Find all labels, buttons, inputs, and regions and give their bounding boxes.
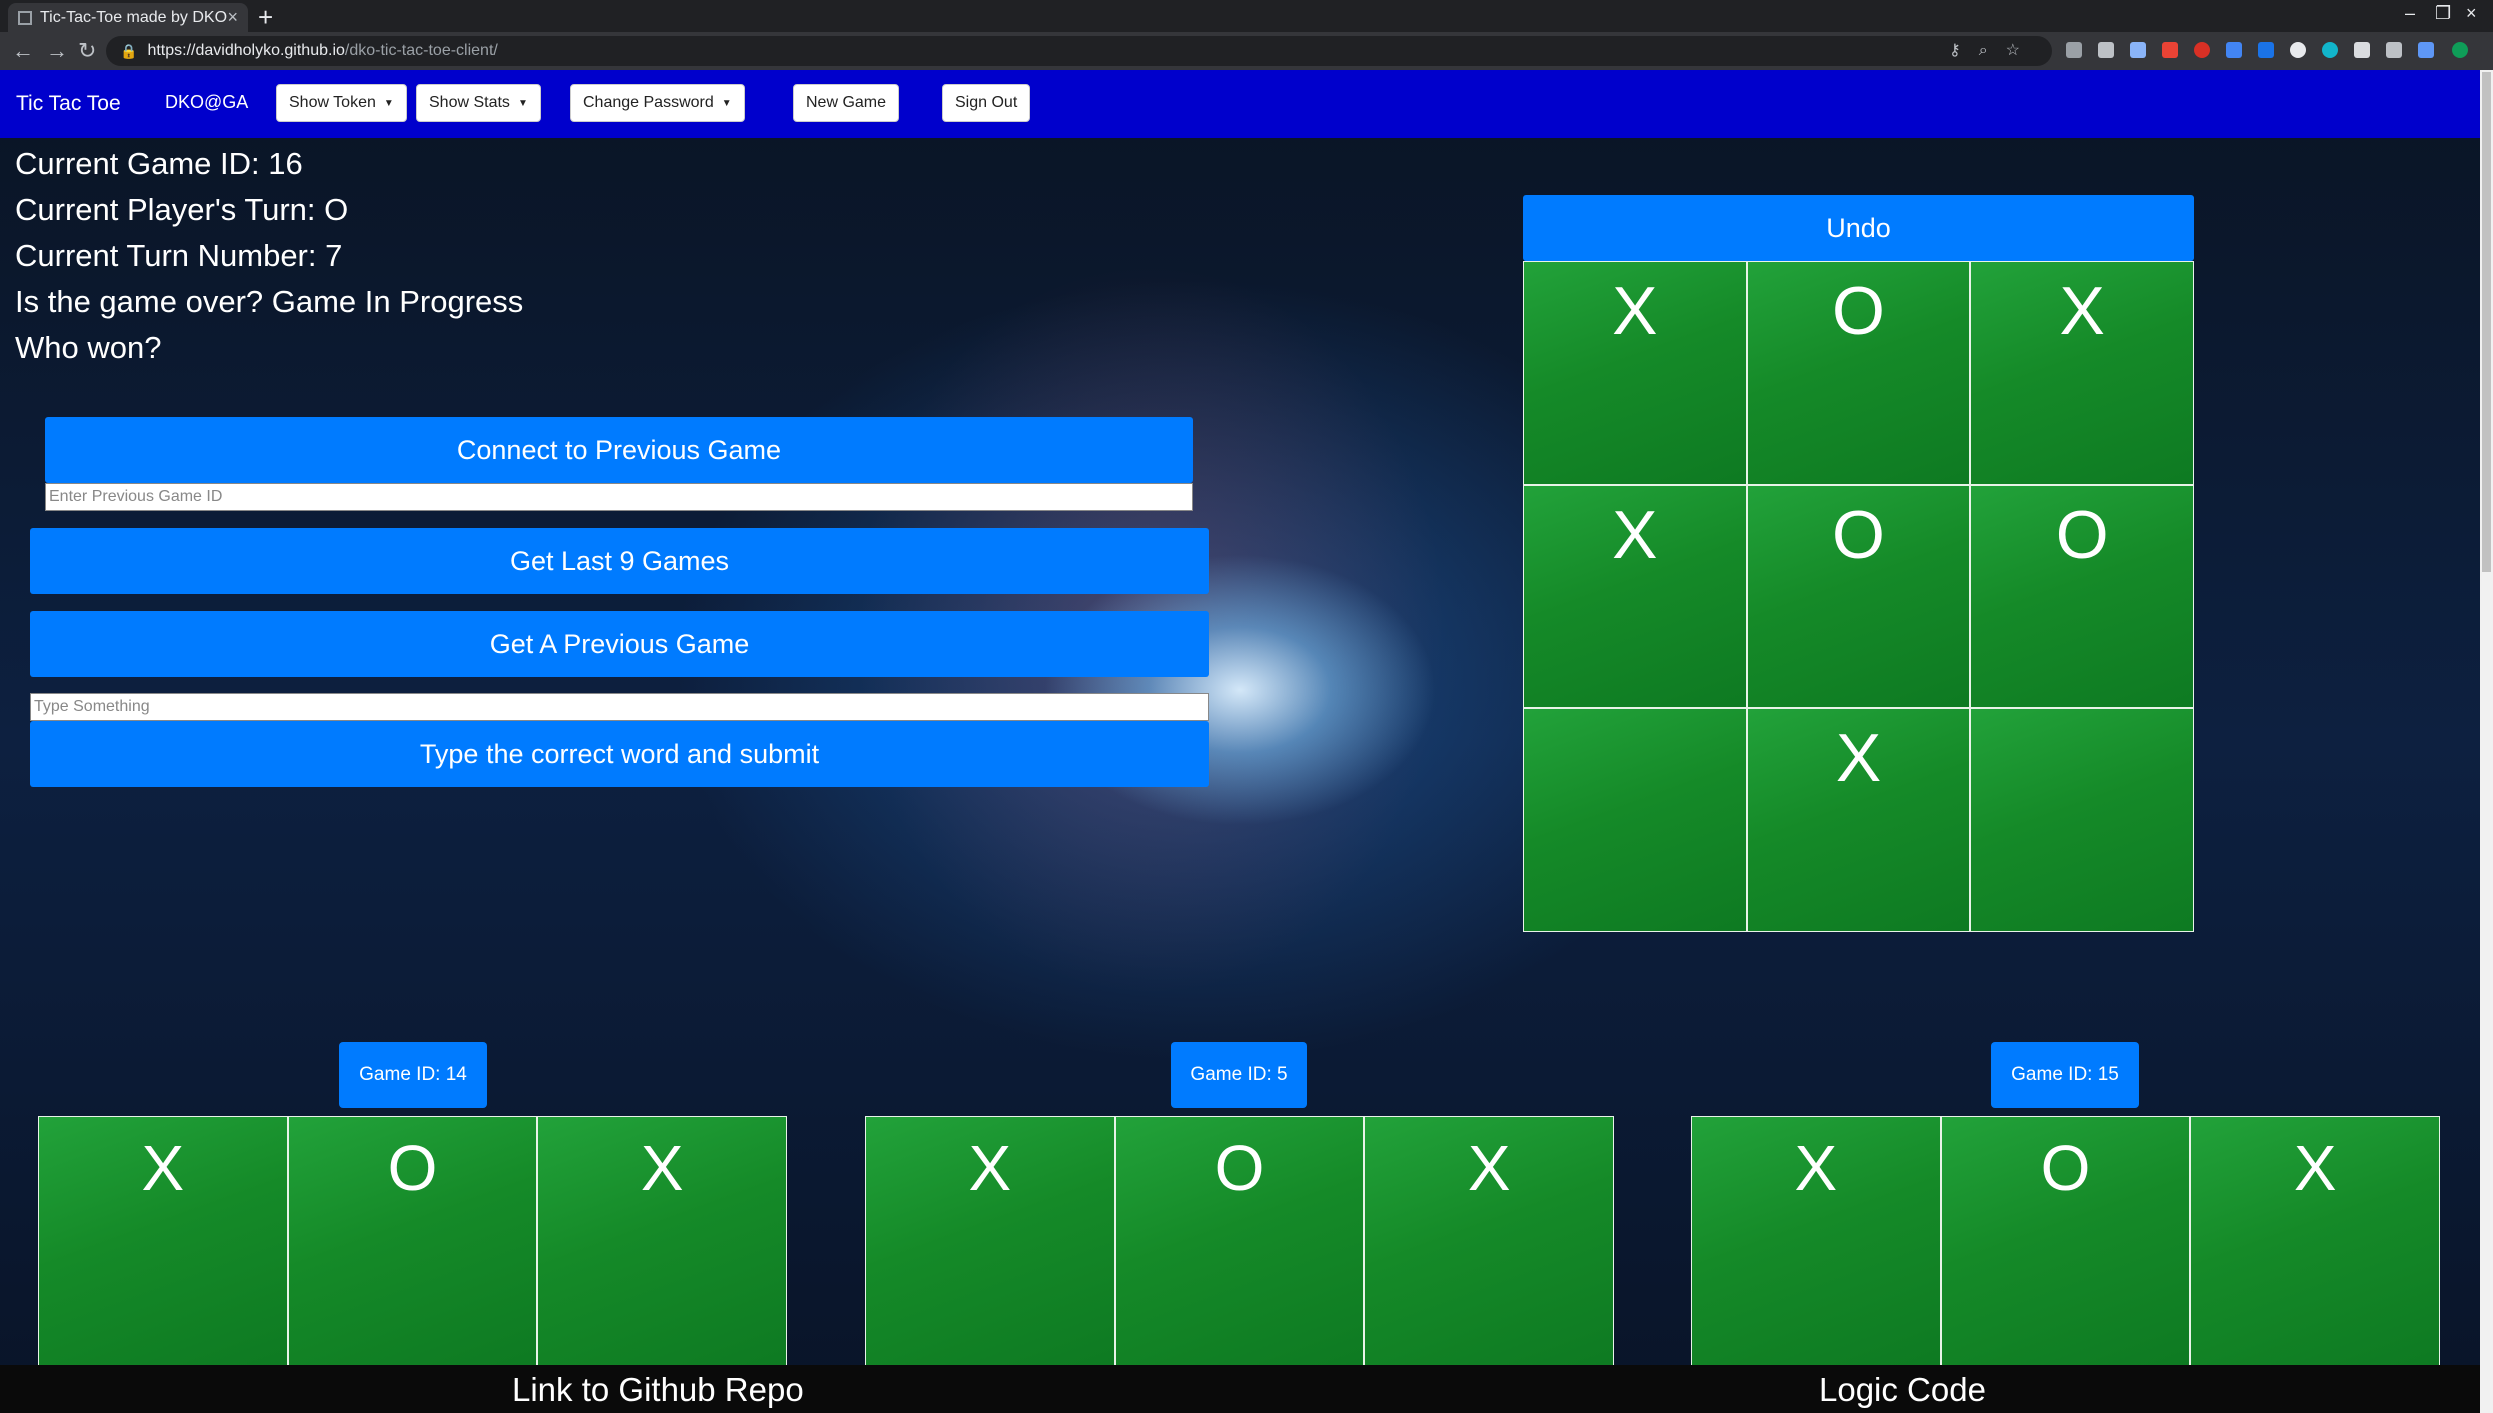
previous-game-id-input[interactable] (45, 483, 1193, 511)
back-icon[interactable]: ← (12, 38, 34, 64)
change-password-label: Change Password (583, 94, 714, 111)
browser-tabstrip: Tic-Tac-Toe made by DKO × + – ❐ × (0, 0, 2493, 32)
undo-button[interactable]: Undo (1523, 195, 2194, 261)
show-token-label: Show Token (289, 94, 376, 111)
extension-icon[interactable] (2386, 42, 2402, 58)
previous-game-badge[interactable]: Game ID: 15 (1991, 1042, 2139, 1108)
close-window-icon[interactable]: × (2466, 3, 2477, 24)
forward-icon[interactable]: → (46, 38, 68, 64)
board-cell[interactable] (1970, 708, 2194, 932)
board-cell[interactable]: X (1523, 261, 1747, 485)
board-cell: X (38, 1116, 288, 1366)
page-background: Tic Tac Toe DKO@GA Show Token ▼ Show Sta… (0, 70, 2480, 1413)
address-bar[interactable]: 🔒 https://davidholyko.github.io /dko-tic… (106, 36, 2052, 66)
current-turn-number: Current Turn Number: 7 (15, 238, 343, 273)
extension-icon[interactable] (2322, 42, 2338, 58)
new-tab-icon[interactable]: + (258, 2, 273, 33)
change-password-dropdown[interactable]: Change Password ▼ (570, 84, 745, 122)
board-cell: X (1364, 1116, 1614, 1366)
previous-game-board: X O X (1691, 1116, 2440, 1366)
browser-tab[interactable]: Tic-Tac-Toe made by DKO × (8, 3, 248, 32)
extension-icon[interactable] (2066, 42, 2082, 58)
board-cell: X (1691, 1116, 1941, 1366)
logic-code-link[interactable]: Logic Code (1819, 1371, 1986, 1409)
footer-bar (0, 1365, 2480, 1413)
board-cell[interactable] (1523, 708, 1747, 932)
new-game-button[interactable]: New Game (793, 84, 900, 122)
sign-out-label: Sign Out (955, 94, 1018, 111)
connect-previous-game-button[interactable]: Connect to Previous Game (45, 417, 1193, 483)
board-cell: X (537, 1116, 787, 1366)
profile-avatar[interactable] (2452, 42, 2468, 58)
lock-icon: 🔒 (120, 42, 138, 59)
board-cell: O (1114, 1116, 1365, 1366)
browser-toolbar: ← → ↻ 🔒 https://davidholyko.github.io /d… (0, 32, 2493, 70)
board-cell: O (287, 1116, 538, 1366)
game-over-status: Is the game over? Game In Progress (15, 284, 524, 319)
restore-icon[interactable]: ❐ (2435, 3, 2451, 24)
board-cell: X (865, 1116, 1115, 1366)
brand-title[interactable]: Tic Tac Toe (16, 92, 121, 116)
main-game-board: X O X X O O X (1523, 261, 2194, 932)
show-stats-label: Show Stats (429, 94, 510, 111)
get-last-9-games-button[interactable]: Get Last 9 Games (30, 528, 1209, 594)
scrollbar-thumb[interactable] (2482, 72, 2491, 572)
extension-icon[interactable] (2162, 42, 2178, 58)
caret-down-icon: ▼ (383, 97, 394, 109)
extension-icon[interactable] (2226, 42, 2242, 58)
close-tab-icon[interactable]: × (227, 7, 238, 28)
favicon-icon (18, 10, 32, 25)
show-stats-dropdown[interactable]: Show Stats ▼ (416, 84, 541, 122)
board-cell[interactable]: X (1970, 261, 2194, 485)
board-cell: O (1940, 1116, 2191, 1366)
board-cell[interactable]: X (1523, 484, 1747, 709)
sign-out-button[interactable]: Sign Out (942, 84, 1031, 122)
winner-status: Who won? (15, 330, 162, 365)
new-game-label: New Game (806, 94, 887, 111)
extension-icon[interactable] (2258, 42, 2274, 58)
tab-title: Tic-Tac-Toe made by DKO (40, 8, 228, 26)
board-cell[interactable]: O (1746, 261, 1971, 485)
type-something-input[interactable] (30, 693, 1209, 721)
current-game-id: Current Game ID: 16 (15, 146, 303, 181)
minimize-icon[interactable]: – (2405, 3, 2415, 24)
board-cell[interactable]: X (1746, 708, 1971, 932)
extension-icon[interactable] (2290, 42, 2306, 58)
omnibox-icons[interactable]: ⚷⌕☆ (1949, 40, 2038, 60)
board-cell[interactable]: O (1746, 484, 1971, 709)
url-host: https://davidholyko.github.io (147, 42, 345, 59)
extension-icon[interactable] (2194, 42, 2210, 58)
github-repo-link[interactable]: Link to Github Repo (512, 1371, 804, 1409)
get-previous-game-button[interactable]: Get A Previous Game (30, 611, 1209, 677)
board-cell[interactable]: O (1970, 484, 2194, 709)
extension-icon[interactable] (2130, 42, 2146, 58)
caret-down-icon: ▼ (517, 97, 528, 109)
top-navbar: Tic Tac Toe DKO@GA Show Token ▼ Show Sta… (0, 70, 2480, 138)
signed-in-user: DKO@GA (165, 92, 249, 112)
submit-word-button[interactable]: Type the correct word and submit (30, 721, 1209, 787)
previous-game-board: X O X (865, 1116, 1614, 1366)
url-path: /dko-tic-tac-toe-client/ (344, 42, 498, 59)
extension-icon[interactable] (2354, 42, 2370, 58)
extension-icon[interactable] (2098, 42, 2114, 58)
extension-icon[interactable] (2418, 42, 2434, 58)
reload-icon[interactable]: ↻ (78, 38, 96, 64)
caret-down-icon: ▼ (721, 97, 732, 109)
previous-game-badge[interactable]: Game ID: 14 (339, 1042, 487, 1108)
show-token-dropdown[interactable]: Show Token ▼ (276, 84, 407, 122)
board-cell: X (2190, 1116, 2440, 1366)
previous-game-badge[interactable]: Game ID: 5 (1171, 1042, 1307, 1108)
current-player-turn: Current Player's Turn: O (15, 192, 349, 227)
previous-game-board: X O X (38, 1116, 787, 1366)
